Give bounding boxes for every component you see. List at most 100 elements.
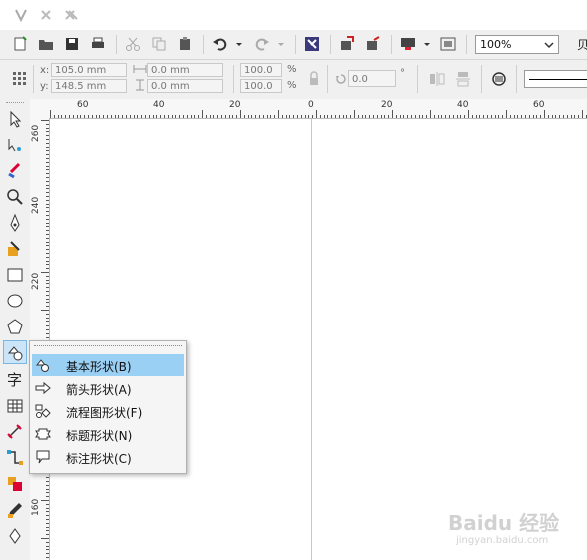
ruler-tick — [46, 545, 49, 547]
vertical-ruler[interactable]: 260 240 220 160 — [30, 118, 50, 560]
zoom-select[interactable]: 100% — [475, 35, 559, 54]
ruler-tick — [285, 115, 287, 118]
wrap-text-icon[interactable] — [491, 71, 507, 87]
x-position-field[interactable]: 105.0 mm — [51, 63, 127, 77]
horizontal-ruler[interactable]: 60 40 20 0 20 40 60 — [30, 99, 587, 119]
ruler-tick — [145, 115, 146, 118]
menu-item-banner-shapes[interactable]: 标题形状(N) — [32, 423, 184, 445]
publish-dropdown-icon[interactable] — [422, 36, 432, 52]
import-icon[interactable] — [339, 36, 355, 52]
ruler-tick — [289, 115, 291, 118]
ruler-tick — [388, 115, 390, 118]
ruler-tick — [164, 115, 165, 118]
ruler-tick — [426, 115, 428, 118]
ruler-tick — [479, 115, 481, 118]
ruler-tick — [422, 115, 424, 118]
publish-pdf-icon[interactable] — [400, 36, 416, 52]
search-content-icon[interactable] — [304, 36, 320, 52]
ruler-tick — [559, 115, 561, 118]
menu-item-flowchart-shapes[interactable]: 流程图形状(F) — [32, 400, 184, 422]
ruler-tick — [141, 115, 143, 118]
fill-tool-icon[interactable] — [5, 526, 25, 546]
freehand-tool-icon[interactable] — [5, 213, 25, 233]
new-document-icon[interactable] — [12, 36, 28, 52]
pick-tool-icon[interactable] — [5, 109, 25, 129]
ruler-tick — [175, 115, 177, 118]
ruler-label: 40 — [457, 100, 469, 110]
ruler-tick — [88, 115, 89, 118]
smart-fill-tool-icon[interactable] — [5, 239, 25, 259]
outline-width-select[interactable] — [524, 70, 587, 88]
menu-item-basic-shapes[interactable]: 基本形状(B) — [32, 354, 184, 376]
ruler-tick — [46, 283, 49, 285]
shape-tool-icon[interactable] — [5, 135, 25, 155]
menu-item-label: 基本形状(B) — [66, 360, 132, 374]
ruler-tick — [46, 332, 49, 334]
ruler-tick — [407, 115, 409, 118]
ruler-tick — [46, 313, 49, 315]
copy-icon[interactable] — [151, 36, 167, 52]
cut-icon[interactable] — [125, 36, 141, 52]
ruler-tick — [46, 515, 49, 517]
ruler-tick — [148, 115, 150, 118]
full-screen-icon[interactable] — [440, 36, 456, 52]
ellipse-tool-icon[interactable] — [5, 291, 25, 311]
menu-item-label: 流程图形状(F) — [66, 406, 143, 420]
close-doc-icon[interactable] — [38, 7, 54, 23]
ruler-tick — [65, 115, 67, 118]
open-icon[interactable] — [38, 36, 54, 52]
lock-ratio-icon[interactable] — [306, 71, 322, 87]
ruler-tick — [122, 115, 124, 118]
interactive-fill-tool-icon[interactable] — [5, 474, 25, 494]
paste-icon[interactable] — [177, 36, 193, 52]
ruler-tick — [126, 115, 127, 118]
mirror-horizontal-icon[interactable] — [429, 71, 445, 87]
ruler-tick — [46, 177, 49, 178]
print-icon[interactable] — [90, 36, 106, 52]
ruler-tick — [46, 154, 49, 156]
eyedropper-tool-icon[interactable] — [5, 500, 25, 520]
text-tool[interactable]: 字 — [5, 369, 25, 389]
scale-width-field[interactable]: 100.0 — [240, 63, 282, 77]
export-icon[interactable] — [365, 36, 381, 52]
reference-point-icon[interactable] — [12, 71, 28, 87]
ruler-label: 0 — [308, 100, 314, 110]
ruler-tick — [240, 110, 241, 118]
crop-tool-icon[interactable] — [5, 161, 25, 181]
ruler-tick — [430, 110, 431, 118]
ruler-tick — [490, 115, 492, 118]
rotate-icon — [336, 74, 346, 84]
ruler-tick — [46, 192, 49, 194]
polygon-tool-icon[interactable] — [5, 317, 25, 337]
ruler-tick — [411, 115, 412, 118]
undo-dropdown-icon[interactable] — [234, 36, 244, 52]
y-position-field[interactable]: 148.5 mm — [51, 79, 127, 93]
height-field[interactable]: 0.0 mm — [147, 79, 223, 93]
menu-item-callout-shapes[interactable]: 标注形状(C) — [32, 446, 184, 468]
ruler-tick — [487, 115, 488, 118]
mirror-vertical-icon[interactable] — [455, 71, 471, 87]
ruler-tick — [217, 115, 219, 118]
dimension-tool-icon[interactable] — [5, 422, 25, 442]
redo-icon[interactable] — [254, 36, 270, 52]
zoom-tool-icon[interactable] — [5, 187, 25, 207]
basic-shapes-tool-active[interactable] — [3, 340, 27, 364]
connector-tool-icon[interactable] — [5, 448, 25, 468]
rotation-field[interactable]: 0.0 — [348, 70, 396, 87]
undo-icon[interactable] — [212, 36, 228, 52]
ruler-tick — [483, 115, 485, 118]
scale-height-field[interactable]: 100.0 — [240, 79, 282, 93]
ruler-tick — [259, 115, 260, 118]
ruler-tick — [46, 268, 49, 270]
redo-dropdown-icon[interactable] — [276, 36, 286, 52]
ruler-tick — [384, 115, 386, 118]
close-all-icon[interactable] — [63, 7, 79, 23]
toolbar-overflow-label[interactable]: 贝 — [577, 36, 587, 53]
save-icon[interactable] — [64, 36, 80, 52]
width-field[interactable]: 0.0 mm — [147, 63, 223, 77]
menu-item-arrow-shapes[interactable]: 箭头形状(A) — [32, 377, 184, 399]
ruler-tick — [114, 115, 116, 118]
table-tool-icon[interactable] — [5, 396, 25, 416]
rectangle-tool-icon[interactable] — [5, 265, 25, 285]
ruler-tick — [46, 150, 49, 152]
